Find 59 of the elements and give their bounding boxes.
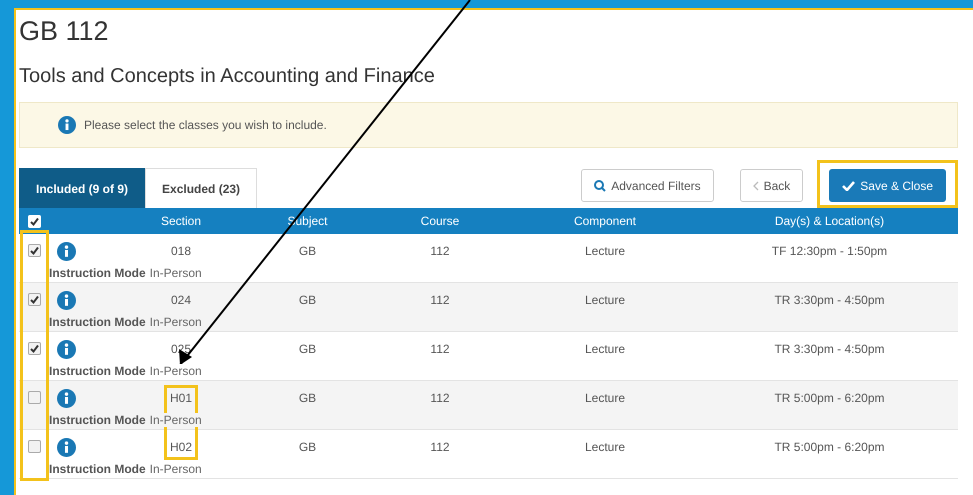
section-cell: 024 (170, 293, 192, 307)
info-icon (57, 340, 76, 358)
section-cell: H01 (170, 391, 192, 405)
mode-label: Instruction Mode (49, 462, 146, 476)
info-icon (57, 242, 76, 260)
checkbox[interactable] (28, 293, 40, 306)
checkbox[interactable] (28, 342, 40, 355)
tab[interactable]: Included (9 of 9) (19, 168, 146, 208)
column-header: Course (420, 214, 460, 228)
mode-label: Instruction Mode (49, 364, 146, 378)
course-cell: 112 (430, 293, 450, 307)
course-code: GB 112 (19, 16, 109, 47)
component-cell: Lecture (584, 342, 626, 356)
mode-label: Instruction Mode (49, 413, 146, 427)
mode-value: In-Person (150, 315, 202, 329)
mode-value: In-Person (150, 462, 202, 476)
course-cell: 112 (430, 391, 450, 405)
schedule-cell: TR 5:00pm - 6:20pm (774, 391, 885, 405)
info-icon (57, 290, 76, 310)
subject-cell: GB (298, 440, 316, 454)
info-icon (57, 438, 76, 456)
back-button[interactable]: Back (740, 169, 804, 202)
component-cell: Lecture (584, 440, 626, 454)
section-cell: H02 (170, 440, 192, 454)
subject-cell: GB (298, 293, 316, 307)
chevron-left-icon (752, 180, 759, 190)
subject-cell: GB (298, 244, 316, 258)
column-header: Section (160, 214, 202, 228)
course-cell: 112 (430, 244, 450, 258)
subject-cell: GB (298, 391, 316, 405)
column-header: Component (574, 214, 636, 228)
alert-text: Please select the classes you wish to include. (84, 118, 327, 132)
schedule-cell: TF 12:30pm - 1:50pm (772, 244, 888, 258)
course-cell: 112 (430, 342, 450, 356)
schedule-cell: TR 5:00pm - 6:20pm (774, 440, 885, 454)
component-cell: Lecture (584, 244, 626, 258)
mode-label: Instruction Mode (49, 266, 146, 280)
section-cell: 018 (170, 244, 192, 258)
checkmark-icon (842, 180, 856, 191)
column-header: Day(s) & Location(s) (774, 214, 884, 228)
checkbox[interactable] (28, 391, 40, 404)
advanced-filters-button[interactable]: Advanced Filters (581, 169, 714, 202)
subject-cell: GB (298, 342, 316, 356)
schedule-cell: TR 3:30pm - 4:50pm (774, 342, 885, 356)
checkbox[interactable] (28, 440, 40, 453)
info-icon (58, 116, 76, 134)
info-icon (57, 388, 76, 408)
mode-value: In-Person (150, 413, 202, 427)
mode-value: In-Person (150, 266, 202, 280)
component-cell: Lecture (584, 293, 626, 307)
mode-value: In-Person (150, 364, 202, 378)
search-icon (594, 180, 606, 192)
course-cell: 112 (430, 440, 450, 454)
tab[interactable]: Excluded (23) (145, 168, 258, 208)
schedule-cell: TR 3:30pm - 4:50pm (774, 293, 885, 307)
mode-label: Instruction Mode (49, 315, 146, 329)
checkbox[interactable] (28, 244, 40, 257)
save-close-button[interactable]: Save & Close (829, 169, 946, 202)
component-cell: Lecture (584, 391, 626, 405)
